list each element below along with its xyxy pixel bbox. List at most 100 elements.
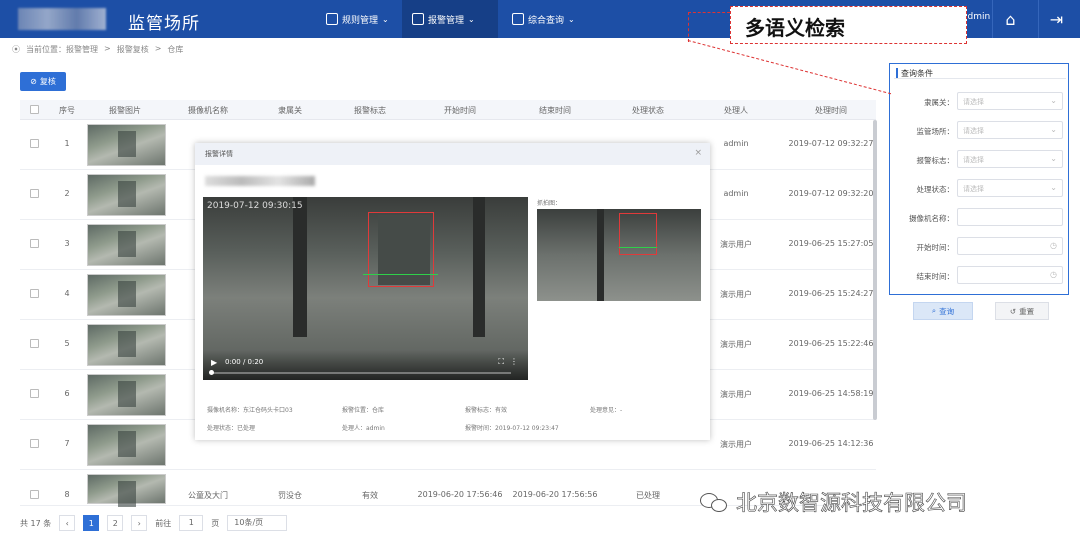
info-location: 报警位置：仓库 [342, 407, 385, 414]
video-progress-bar[interactable] [211, 372, 511, 374]
select-all-checkbox[interactable] [30, 105, 39, 116]
logo [18, 8, 106, 30]
reset-label: 重置 [1019, 306, 1035, 316]
query-button[interactable]: ⌕ 查询 [913, 302, 973, 320]
table-scrollbar[interactable] [873, 120, 877, 420]
nav-query-label: 综合查询 [528, 15, 565, 26]
reset-button[interactable]: ↺ 重置 [995, 302, 1049, 320]
home-button[interactable]: ⌂ [992, 0, 1028, 38]
row-checkbox[interactable] [30, 289, 39, 300]
row-time: 2019-07-12 09:32:20 [788, 189, 874, 198]
end-time-input[interactable]: ◷ [957, 266, 1063, 284]
alarm-icon [412, 13, 424, 25]
site-select[interactable]: 请选择 ⌄ [957, 121, 1063, 139]
row-time: 2019-06-25 14:12:36 [788, 439, 874, 448]
start-time-label: 开始时间： [916, 243, 955, 252]
camera-input[interactable] [957, 208, 1063, 226]
video-progress-knob[interactable] [209, 370, 214, 375]
detection-box [619, 213, 657, 255]
page-1-button[interactable]: 1 [83, 515, 100, 531]
col-camera: 摄像机名称 [188, 106, 228, 115]
clock-icon: ◷ [1050, 270, 1057, 279]
breadcrumb-item: 仓库 [167, 45, 184, 54]
status-select[interactable]: 请选择 ⌄ [957, 179, 1063, 197]
row-flag: 有效 [362, 491, 378, 500]
snapshot-image[interactable] [537, 209, 701, 301]
video-timestamp: 2019-07-12 09:30:15 [207, 201, 303, 211]
alarm-thumbnail[interactable] [87, 474, 166, 507]
alarm-thumbnail[interactable] [87, 224, 166, 266]
close-icon[interactable]: × [694, 148, 702, 158]
row-checkbox[interactable] [30, 490, 39, 501]
info-camera: 摄像机名称：东江仓码头卡口03 [207, 407, 293, 414]
chevron-down-icon: ⌄ [568, 14, 575, 24]
chevron-down-icon: ⌄ [1050, 125, 1057, 134]
col-flag: 报警标志 [354, 106, 386, 115]
nav-rules[interactable]: 规则管理 ⌄ [316, 0, 399, 38]
callout-annotation: 多语义检索 [730, 6, 967, 44]
row-camera: 公童及大门 [188, 491, 228, 500]
row-handler: 演示用户 [720, 390, 752, 399]
page-size-select[interactable]: 10条/页 [227, 515, 288, 531]
page-unit-label: 页 [211, 518, 220, 528]
alarm-thumbnail[interactable] [87, 374, 166, 416]
row-start: 2019-06-20 17:56:46 [417, 490, 503, 499]
breadcrumb-sep: > [154, 44, 162, 53]
chevron-down-icon: ⌄ [1050, 96, 1057, 105]
page-2-button[interactable]: 2 [107, 515, 124, 531]
nav-alarm-label: 报警管理 [428, 15, 465, 26]
fullscreen-icon[interactable]: ⛶ [498, 357, 504, 367]
next-page-button[interactable]: › [131, 515, 148, 531]
row-index: 4 [64, 289, 70, 298]
row-time: 2019-06-25 15:24:27 [788, 289, 874, 298]
row-checkbox[interactable] [30, 439, 39, 450]
nav-query[interactable]: 综合查询 ⌄ [502, 0, 585, 38]
divider [894, 78, 1066, 79]
flag-placeholder: 请选择 [963, 156, 984, 164]
logout-button[interactable]: ⇥ [1038, 0, 1074, 38]
gate-post [473, 197, 485, 337]
check-circle-icon: ⊘ [30, 77, 37, 86]
watermark: 北京数智源科技有限公司 [700, 487, 967, 517]
alarm-thumbnail[interactable] [87, 174, 166, 216]
row-time: 2019-06-25 15:27:05 [788, 239, 874, 248]
row-index: 5 [64, 339, 70, 348]
row-handler: 演示用户 [720, 440, 752, 449]
camera-label: 摄像机名称： [909, 214, 954, 223]
prev-page-button[interactable]: ‹ [59, 515, 76, 531]
site-placeholder: 请选择 [963, 127, 984, 135]
query-label: 查询 [939, 306, 955, 316]
more-icon[interactable]: ⋮ [510, 357, 518, 366]
nav-alarm[interactable]: 报警管理 ⌄ [402, 0, 498, 38]
col-time: 处理时间 [815, 106, 847, 115]
row-checkbox[interactable] [30, 189, 39, 200]
breadcrumb-item[interactable]: 报警复核 [117, 44, 149, 55]
alarm-thumbnail[interactable] [87, 274, 166, 316]
alarm-thumbnail[interactable] [87, 424, 166, 466]
row-checkbox[interactable] [30, 389, 39, 400]
col-handler: 处理人 [724, 106, 748, 115]
review-button[interactable]: ⊘ 复核 [20, 72, 66, 91]
alarm-thumbnail[interactable] [87, 324, 166, 366]
alarm-detail-dialog: 报警详情 × 2019-07-12 09:30:15 ▶ 0:00 / 0:20… [195, 143, 710, 440]
pagination: 共 17 条 ‹ 1 2 › 前往 1 页 10条/页 [20, 515, 288, 531]
row-checkbox[interactable] [30, 239, 39, 250]
customs-select[interactable]: 请选择 ⌄ [957, 92, 1063, 110]
home-icon: ⌂ [1005, 9, 1016, 29]
info-alarm-time: 报警时间：2019-07-12 09:23:47 [465, 425, 559, 432]
row-checkbox[interactable] [30, 339, 39, 350]
row-checkbox[interactable] [30, 139, 39, 150]
row-handler: 演示用户 [720, 340, 752, 349]
nav-rules-label: 规则管理 [342, 15, 379, 26]
alarm-thumbnail[interactable] [87, 124, 166, 166]
alarm-video-player[interactable]: 2019-07-12 09:30:15 ▶ 0:00 / 0:20 ⛶ ⋮ [203, 197, 528, 380]
goto-page-input[interactable]: 1 [179, 515, 204, 531]
play-icon[interactable]: ▶ [211, 358, 217, 367]
col-image: 报警图片 [109, 106, 141, 115]
flag-select[interactable]: 请选择 ⌄ [957, 150, 1063, 168]
detection-line [363, 274, 438, 275]
info-opinion: 处理意见：- [590, 407, 623, 414]
start-time-input[interactable]: ◷ [957, 237, 1063, 255]
row-index: 2 [64, 189, 70, 198]
info-handler: 处理人：admin [342, 425, 385, 432]
